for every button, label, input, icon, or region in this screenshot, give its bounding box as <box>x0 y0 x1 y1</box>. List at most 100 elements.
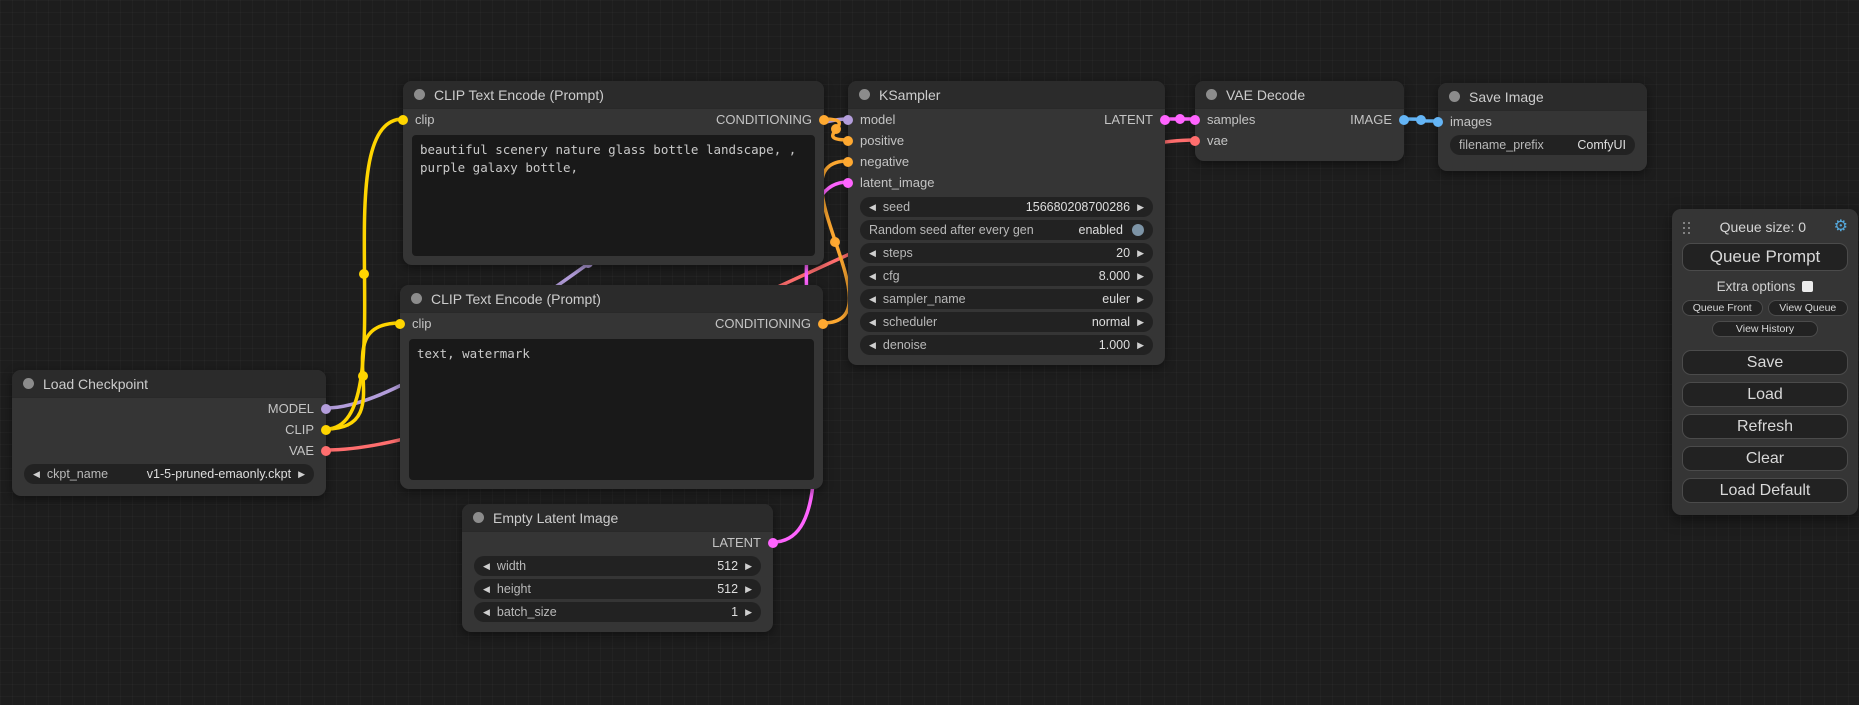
widget-name: Random seed after every gen <box>869 223 1034 237</box>
drag-handle-icon[interactable] <box>1682 221 1692 234</box>
decrement-arrow-icon[interactable]: ◀ <box>483 608 490 617</box>
widget-value: v1-5-pruned-emaonly.ckpt <box>147 467 291 481</box>
node-save-image[interactable]: Save Image images filename_prefix ComfyU… <box>1438 83 1647 171</box>
increment-arrow-icon[interactable]: ▶ <box>745 585 752 594</box>
toggle-dot-icon[interactable] <box>1132 224 1144 236</box>
node-title-bar: KSampler <box>848 81 1165 109</box>
random-seed-toggle-widget[interactable]: Random seed after every gen enabled <box>860 220 1153 240</box>
clip-output-port[interactable] <box>321 425 331 435</box>
refresh-button[interactable]: Refresh <box>1682 414 1848 439</box>
widget-value: euler <box>1102 292 1130 306</box>
latent-output-port[interactable] <box>1160 115 1170 125</box>
negative-prompt-textarea[interactable]: text, watermark <box>409 339 814 480</box>
settings-gear-icon[interactable]: ⚙ <box>1834 219 1848 235</box>
decrement-arrow-icon[interactable]: ◀ <box>869 272 876 281</box>
conditioning-output-port[interactable] <box>818 319 828 329</box>
model-output-port[interactable] <box>321 404 331 414</box>
widget-value: 512 <box>717 582 738 596</box>
node-clip-text-encode-positive[interactable]: CLIP Text Encode (Prompt) clip CONDITION… <box>403 81 824 265</box>
negative-input-port[interactable] <box>843 157 853 167</box>
scheduler-widget[interactable]: ◀ scheduler normal ▶ <box>860 312 1153 332</box>
sampler-name-widget[interactable]: ◀ sampler_name euler ▶ <box>860 289 1153 309</box>
samples-input-port[interactable] <box>1190 115 1200 125</box>
widget-name: steps <box>883 246 913 260</box>
decrement-arrow-icon[interactable]: ◀ <box>869 295 876 304</box>
decrement-arrow-icon[interactable]: ◀ <box>483 562 490 571</box>
port-label: clip <box>415 112 435 127</box>
load-default-button[interactable]: Load Default <box>1682 478 1848 503</box>
collapse-dot-icon[interactable] <box>414 89 425 100</box>
decrement-arrow-icon[interactable]: ◀ <box>869 341 876 350</box>
port-label: clip <box>412 316 432 331</box>
widget-value: 1.000 <box>1099 338 1130 352</box>
vae-output-port[interactable] <box>321 446 331 456</box>
port-label: LATENT <box>712 535 761 550</box>
port-label: MODEL <box>268 401 314 416</box>
save-button[interactable]: Save <box>1682 350 1848 375</box>
view-history-button[interactable]: View History <box>1712 321 1818 337</box>
port-label: VAE <box>289 443 314 458</box>
filename-prefix-widget[interactable]: filename_prefix ComfyUI <box>1450 135 1635 155</box>
image-output-port[interactable] <box>1399 115 1409 125</box>
ckpt-name-widget[interactable]: ◀ ckpt_name v1-5-pruned-emaonly.ckpt ▶ <box>24 464 314 484</box>
clip-input-port[interactable] <box>398 115 408 125</box>
node-ksampler[interactable]: KSampler model LATENT positive negative <box>848 81 1165 365</box>
batch-size-widget[interactable]: ◀ batch_size 1 ▶ <box>474 602 761 622</box>
queue-prompt-button[interactable]: Queue Prompt <box>1682 243 1848 271</box>
decrement-arrow-icon[interactable]: ◀ <box>869 249 876 258</box>
latent-output-port[interactable] <box>768 538 778 548</box>
width-widget[interactable]: ◀ width 512 ▶ <box>474 556 761 576</box>
increment-arrow-icon[interactable]: ▶ <box>745 562 752 571</box>
increment-arrow-icon[interactable]: ▶ <box>1137 295 1144 304</box>
load-button[interactable]: Load <box>1682 382 1848 407</box>
collapse-dot-icon[interactable] <box>1449 91 1460 102</box>
latent-image-input-port[interactable] <box>843 178 853 188</box>
decrement-arrow-icon[interactable]: ◀ <box>869 203 876 212</box>
model-input-port[interactable] <box>843 115 853 125</box>
collapse-dot-icon[interactable] <box>859 89 870 100</box>
increment-arrow-icon[interactable]: ▶ <box>298 470 305 479</box>
increment-arrow-icon[interactable]: ▶ <box>1137 341 1144 350</box>
widget-name: cfg <box>883 269 900 283</box>
node-load-checkpoint[interactable]: Load Checkpoint MODEL CLIP VAE ◀ ckpt_na… <box>12 370 326 496</box>
positive-prompt-textarea[interactable]: beautiful scenery nature glass bottle la… <box>412 135 815 256</box>
node-vae-decode[interactable]: VAE Decode samples IMAGE vae <box>1195 81 1404 161</box>
widget-name: scheduler <box>883 315 937 329</box>
clip-input-port[interactable] <box>395 319 405 329</box>
collapse-dot-icon[interactable] <box>23 378 34 389</box>
height-widget[interactable]: ◀ height 512 ▶ <box>474 579 761 599</box>
node-title-bar: VAE Decode <box>1195 81 1404 109</box>
extra-options-checkbox[interactable] <box>1802 281 1813 292</box>
cfg-widget[interactable]: ◀ cfg 8.000 ▶ <box>860 266 1153 286</box>
collapse-dot-icon[interactable] <box>411 293 422 304</box>
seed-widget[interactable]: ◀ seed 156680208700286 ▶ <box>860 197 1153 217</box>
steps-widget[interactable]: ◀ steps 20 ▶ <box>860 243 1153 263</box>
node-title: KSampler <box>879 87 940 103</box>
vae-input-port[interactable] <box>1190 136 1200 146</box>
port-label: samples <box>1207 112 1255 127</box>
increment-arrow-icon[interactable]: ▶ <box>1137 272 1144 281</box>
increment-arrow-icon[interactable]: ▶ <box>1137 249 1144 258</box>
queue-size-label: Queue size: 0 <box>1692 219 1834 235</box>
decrement-arrow-icon[interactable]: ◀ <box>869 318 876 327</box>
node-title-bar: Load Checkpoint <box>12 370 326 398</box>
conditioning-output-port[interactable] <box>819 115 829 125</box>
decrement-arrow-icon[interactable]: ◀ <box>33 470 40 479</box>
denoise-widget[interactable]: ◀ denoise 1.000 ▶ <box>860 335 1153 355</box>
widget-name: batch_size <box>497 605 557 619</box>
clear-button[interactable]: Clear <box>1682 446 1848 471</box>
node-empty-latent-image[interactable]: Empty Latent Image LATENT ◀ width 512 ▶ … <box>462 504 773 632</box>
view-queue-button[interactable]: View Queue <box>1768 300 1849 316</box>
positive-input-port[interactable] <box>843 136 853 146</box>
increment-arrow-icon[interactable]: ▶ <box>1137 203 1144 212</box>
increment-arrow-icon[interactable]: ▶ <box>745 608 752 617</box>
collapse-dot-icon[interactable] <box>473 512 484 523</box>
collapse-dot-icon[interactable] <box>1206 89 1217 100</box>
node-title: Save Image <box>1469 89 1544 105</box>
images-input-port[interactable] <box>1433 117 1443 127</box>
queue-front-button[interactable]: Queue Front <box>1682 300 1763 316</box>
node-clip-text-encode-negative[interactable]: CLIP Text Encode (Prompt) clip CONDITION… <box>400 285 823 489</box>
port-label: model <box>860 112 895 127</box>
increment-arrow-icon[interactable]: ▶ <box>1137 318 1144 327</box>
decrement-arrow-icon[interactable]: ◀ <box>483 585 490 594</box>
